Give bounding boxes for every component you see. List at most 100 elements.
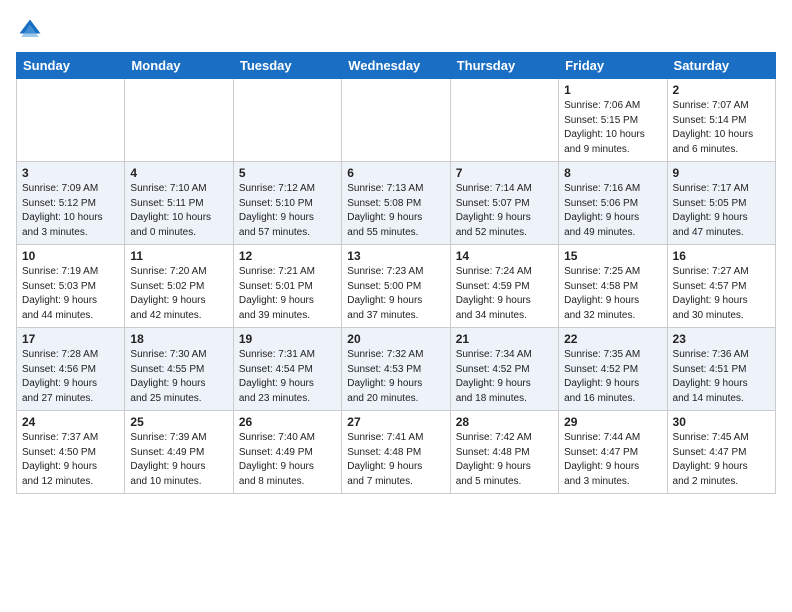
calendar-week-row: 24Sunrise: 7:37 AM Sunset: 4:50 PM Dayli…: [17, 411, 776, 494]
calendar-cell: 19Sunrise: 7:31 AM Sunset: 4:54 PM Dayli…: [233, 328, 341, 411]
calendar-header-row: SundayMondayTuesdayWednesdayThursdayFrid…: [17, 53, 776, 79]
day-number: 9: [673, 166, 770, 180]
day-number: 2: [673, 83, 770, 97]
day-info: Sunrise: 7:36 AM Sunset: 4:51 PM Dayligh…: [673, 348, 770, 406]
calendar-cell: [342, 79, 450, 162]
calendar-cell: 27 Sunrise: 7:41 AM Sunset: 4:48 PM Dayli…: [342, 411, 450, 494]
calendar-week-row: 1 Sunrise: 7:06 AM Sunset: 5:15 PM Daylig…: [17, 79, 776, 162]
calendar-cell: 9 Sunrise: 7:17 AM Sunset: 5:05 PM Daylig…: [667, 162, 775, 245]
calendar-cell: 10 Sunrise: 7:19 AM Sunset: 5:03 PM Dayli…: [17, 245, 125, 328]
day-info: Sunrise: 7:20 AM Sunset: 5:02 PM Dayligh…: [130, 265, 227, 323]
day-info: Sunrise: 7:06 AM Sunset: 5:15 PM Dayligh…: [564, 99, 661, 157]
weekday-header-sunday: Sunday: [17, 53, 125, 79]
day-number: 28: [456, 415, 553, 429]
day-number: 25: [130, 415, 227, 429]
day-info: Sunrise: 7:23 AM Sunset: 5:00 PM Dayligh…: [347, 265, 444, 323]
page: SundayMondayTuesdayWednesdayThursdayFrid…: [0, 0, 792, 612]
weekday-header-saturday: Saturday: [667, 53, 775, 79]
calendar-cell: 26 Sunrise: 7:40 AM Sunset: 4:49 PM Dayli…: [233, 411, 341, 494]
day-info: Sunrise: 7:16 AM Sunset: 5:06 PM Dayligh…: [564, 182, 661, 240]
calendar-cell: 1 Sunrise: 7:06 AM Sunset: 5:15 PM Daylig…: [559, 79, 667, 162]
day-info: Sunrise: 7:39 AM Sunset: 4:49 PM Dayligh…: [130, 431, 227, 489]
day-info: Sunrise: 7:19 AM Sunset: 5:03 PM Dayligh…: [22, 265, 119, 323]
calendar-cell: 2 Sunrise: 7:07 AM Sunset: 5:14 PM Daylig…: [667, 79, 775, 162]
header: [16, 16, 776, 44]
day-info: Sunrise: 7:32 AM Sunset: 4:53 PM Dayligh…: [347, 348, 444, 406]
day-info: Sunrise: 7:42 AM Sunset: 4:48 PM Dayligh…: [456, 431, 553, 489]
day-number: 27: [347, 415, 444, 429]
day-number: 30: [673, 415, 770, 429]
calendar-cell: 24Sunrise: 7:37 AM Sunset: 4:50 PM Dayli…: [17, 411, 125, 494]
day-number: 1: [564, 83, 661, 97]
calendar-cell: 3Sunrise: 7:09 AM Sunset: 5:12 PM Daylig…: [17, 162, 125, 245]
day-info: Sunrise: 7:30 AM Sunset: 4:55 PM Dayligh…: [130, 348, 227, 406]
day-info: Sunrise: 7:45 AM Sunset: 4:47 PM Dayligh…: [673, 431, 770, 489]
calendar-cell: [450, 79, 558, 162]
day-number: 3: [22, 166, 119, 180]
weekday-header-wednesday: Wednesday: [342, 53, 450, 79]
day-number: 16: [673, 249, 770, 263]
day-info: Sunrise: 7:31 AM Sunset: 4:54 PM Dayligh…: [239, 348, 336, 406]
day-number: 10: [22, 249, 119, 263]
day-number: 13: [347, 249, 444, 263]
day-number: 12: [239, 249, 336, 263]
day-number: 11: [130, 249, 227, 263]
day-number: 23: [673, 332, 770, 346]
day-info: Sunrise: 7:41 AM Sunset: 4:48 PM Dayligh…: [347, 431, 444, 489]
calendar-cell: [125, 79, 233, 162]
calendar-cell: 14 Sunrise: 7:24 AM Sunset: 4:59 PM Dayli…: [450, 245, 558, 328]
day-number: 26: [239, 415, 336, 429]
day-number: 4: [130, 166, 227, 180]
calendar-cell: 8Sunrise: 7:16 AM Sunset: 5:06 PM Daylig…: [559, 162, 667, 245]
calendar-cell: 6Sunrise: 7:13 AM Sunset: 5:08 PM Daylig…: [342, 162, 450, 245]
day-info: Sunrise: 7:27 AM Sunset: 4:57 PM Dayligh…: [673, 265, 770, 323]
day-info: Sunrise: 7:37 AM Sunset: 4:50 PM Dayligh…: [22, 431, 119, 489]
calendar-week-row: 17 Sunrise: 7:28 AM Sunset: 4:56 PM Dayli…: [17, 328, 776, 411]
day-info: Sunrise: 7:10 AM Sunset: 5:11 PM Dayligh…: [130, 182, 227, 240]
calendar-cell: 11 Sunrise: 7:20 AM Sunset: 5:02 PM Dayli…: [125, 245, 233, 328]
day-number: 17: [22, 332, 119, 346]
day-info: Sunrise: 7:21 AM Sunset: 5:01 PM Dayligh…: [239, 265, 336, 323]
calendar-cell: 21 Sunrise: 7:34 AM Sunset: 4:52 PM Dayli…: [450, 328, 558, 411]
day-number: 5: [239, 166, 336, 180]
calendar-cell: 30 Sunrise: 7:45 AM Sunset: 4:47 PM Dayli…: [667, 411, 775, 494]
day-number: 15: [564, 249, 661, 263]
calendar-cell: 20 Sunrise: 7:32 AM Sunset: 4:53 PM Dayli…: [342, 328, 450, 411]
calendar-cell: 23 Sunrise: 7:36 AM Sunset: 4:51 PM Dayli…: [667, 328, 775, 411]
weekday-header-friday: Friday: [559, 53, 667, 79]
day-info: Sunrise: 7:07 AM Sunset: 5:14 PM Dayligh…: [673, 99, 770, 157]
day-number: 7: [456, 166, 553, 180]
day-info: Sunrise: 7:25 AM Sunset: 4:58 PM Dayligh…: [564, 265, 661, 323]
calendar-cell: 15 Sunrise: 7:25 AM Sunset: 4:58 PM Dayli…: [559, 245, 667, 328]
day-info: Sunrise: 7:40 AM Sunset: 4:49 PM Dayligh…: [239, 431, 336, 489]
day-info: Sunrise: 7:12 AM Sunset: 5:10 PM Dayligh…: [239, 182, 336, 240]
weekday-header-tuesday: Tuesday: [233, 53, 341, 79]
day-info: Sunrise: 7:14 AM Sunset: 5:07 PM Dayligh…: [456, 182, 553, 240]
day-info: Sunrise: 7:35 AM Sunset: 4:52 PM Dayligh…: [564, 348, 661, 406]
calendar-cell: 5 Sunrise: 7:12 AM Sunset: 5:10 PM Daylig…: [233, 162, 341, 245]
calendar-cell: 16 Sunrise: 7:27 AM Sunset: 4:57 PM Dayli…: [667, 245, 775, 328]
calendar-table: SundayMondayTuesdayWednesdayThursdayFrid…: [16, 52, 776, 494]
day-number: 20: [347, 332, 444, 346]
calendar-cell: 29Sunrise: 7:44 AM Sunset: 4:47 PM Dayli…: [559, 411, 667, 494]
logo-icon: [16, 16, 44, 44]
calendar-cell: 25 Sunrise: 7:39 AM Sunset: 4:49 PM Dayli…: [125, 411, 233, 494]
day-number: 22: [564, 332, 661, 346]
day-number: 18: [130, 332, 227, 346]
day-number: 21: [456, 332, 553, 346]
calendar-cell: 18 Sunrise: 7:30 AM Sunset: 4:55 PM Dayli…: [125, 328, 233, 411]
weekday-header-thursday: Thursday: [450, 53, 558, 79]
calendar-cell: 7 Sunrise: 7:14 AM Sunset: 5:07 PM Daylig…: [450, 162, 558, 245]
day-info: Sunrise: 7:13 AM Sunset: 5:08 PM Dayligh…: [347, 182, 444, 240]
calendar-cell: 22 Sunrise: 7:35 AM Sunset: 4:52 PM Dayli…: [559, 328, 667, 411]
calendar-cell: 17 Sunrise: 7:28 AM Sunset: 4:56 PM Dayli…: [17, 328, 125, 411]
day-info: Sunrise: 7:24 AM Sunset: 4:59 PM Dayligh…: [456, 265, 553, 323]
day-info: Sunrise: 7:34 AM Sunset: 4:52 PM Dayligh…: [456, 348, 553, 406]
calendar-cell: 4 Sunrise: 7:10 AM Sunset: 5:11 PM Daylig…: [125, 162, 233, 245]
day-info: Sunrise: 7:28 AM Sunset: 4:56 PM Dayligh…: [22, 348, 119, 406]
calendar-cell: 13 Sunrise: 7:23 AM Sunset: 5:00 PM Dayli…: [342, 245, 450, 328]
day-number: 14: [456, 249, 553, 263]
day-info: Sunrise: 7:17 AM Sunset: 5:05 PM Dayligh…: [673, 182, 770, 240]
calendar-cell: [233, 79, 341, 162]
weekday-header-monday: Monday: [125, 53, 233, 79]
